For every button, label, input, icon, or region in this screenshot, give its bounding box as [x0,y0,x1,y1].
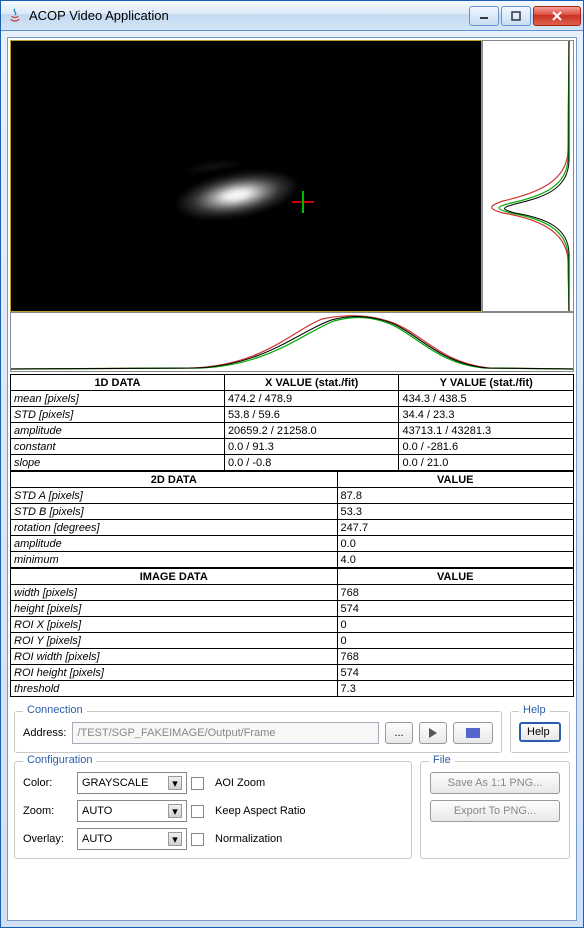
table-header: 2D DATA [11,472,338,488]
table-1d: 1D DATA X VALUE (stat./fit) Y VALUE (sta… [10,374,574,471]
video-display[interactable] [10,40,482,312]
aoi-zoom-checkbox[interactable] [191,777,204,790]
configuration-panel: Configuration Color: GRAYSCALE▾ AOI Zoom… [14,761,412,859]
maximize-button[interactable] [501,6,531,26]
normalization-label: Normalization [215,833,375,845]
overlay-label: Overlay: [23,833,73,845]
table-row: threshold7.3 [11,681,574,697]
browse-button[interactable]: ... [385,722,413,744]
table-2d: 2D DATA VALUE STD A [pixels]87.8 STD B [… [10,471,574,568]
help-panel: Help Help [510,711,570,753]
table-row: STD B [pixels]53.3 [11,504,574,520]
table-row: ROI Y [pixels]0 [11,633,574,649]
data-tables: 1D DATA X VALUE (stat./fit) Y VALUE (sta… [10,374,574,697]
titlebar[interactable]: ACOP Video Application [1,1,583,31]
table-image: IMAGE DATA VALUE width [pixels]768 heigh… [10,568,574,697]
table-row: amplitude0.0 [11,536,574,552]
java-icon [7,8,23,24]
zoom-label: Zoom: [23,805,73,817]
table-row: slope0.0 / -0.80.0 / 21.0 [11,455,574,471]
table-row: height [pixels]574 [11,601,574,617]
export-png-button[interactable]: Export To PNG... [430,800,560,822]
aoi-zoom-label: AOI Zoom [215,777,375,789]
table-row: ROI width [pixels]768 [11,649,574,665]
color-label: Color: [23,777,73,789]
help-button[interactable]: Help [519,722,561,742]
address-input[interactable] [72,722,379,744]
chevron-down-icon: ▾ [168,804,182,818]
table-header: 1D DATA [11,375,225,391]
table-row: constant0.0 / 91.30.0 / -281.6 [11,439,574,455]
table-row: ROI height [pixels]574 [11,665,574,681]
stop-icon [466,728,480,738]
file-panel: File Save As 1:1 PNG... Export To PNG... [420,761,570,859]
connection-panel: Connection Address: ... [14,711,502,753]
table-row: STD A [pixels]87.8 [11,488,574,504]
profile-vertical [482,40,574,312]
play-button[interactable] [419,722,447,744]
minimize-button[interactable] [469,6,499,26]
save-as-png-button[interactable]: Save As 1:1 PNG... [430,772,560,794]
close-button[interactable] [533,6,581,26]
table-row: STD [pixels]53.8 / 59.634.4 / 23.3 [11,407,574,423]
file-legend: File [429,754,455,766]
configuration-legend: Configuration [23,754,96,766]
content-area: 1D DATA X VALUE (stat./fit) Y VALUE (sta… [7,37,577,921]
table-row: rotation [degrees]247.7 [11,520,574,536]
color-select[interactable]: GRAYSCALE▾ [77,772,187,794]
table-header: Y VALUE (stat./fit) [399,375,574,391]
stop-button[interactable] [453,722,493,744]
table-header: VALUE [337,569,573,585]
help-legend: Help [519,704,550,716]
play-icon [428,728,438,738]
normalization-checkbox[interactable] [191,833,204,846]
table-row: width [pixels]768 [11,585,574,601]
overlay-select[interactable]: AUTO▾ [77,828,187,850]
chevron-down-icon: ▾ [168,776,182,790]
address-label: Address: [23,727,66,739]
table-row: ROI X [pixels]0 [11,617,574,633]
zoom-select[interactable]: AUTO▾ [77,800,187,822]
table-row: mean [pixels]474.2 / 478.9434.3 / 438.5 [11,391,574,407]
window-title: ACOP Video Application [29,8,467,23]
chevron-down-icon: ▾ [168,832,182,846]
table-header: VALUE [337,472,573,488]
table-row: minimum4.0 [11,552,574,568]
app-window: ACOP Video Application [0,0,584,928]
connection-legend: Connection [23,704,87,716]
keep-aspect-label: Keep Aspect Ratio [215,805,375,817]
table-row: amplitude20659.2 / 21258.043713.1 / 4328… [11,423,574,439]
table-header: IMAGE DATA [11,569,338,585]
keep-aspect-checkbox[interactable] [191,805,204,818]
table-header: X VALUE (stat./fit) [224,375,399,391]
profile-horizontal [10,312,574,372]
